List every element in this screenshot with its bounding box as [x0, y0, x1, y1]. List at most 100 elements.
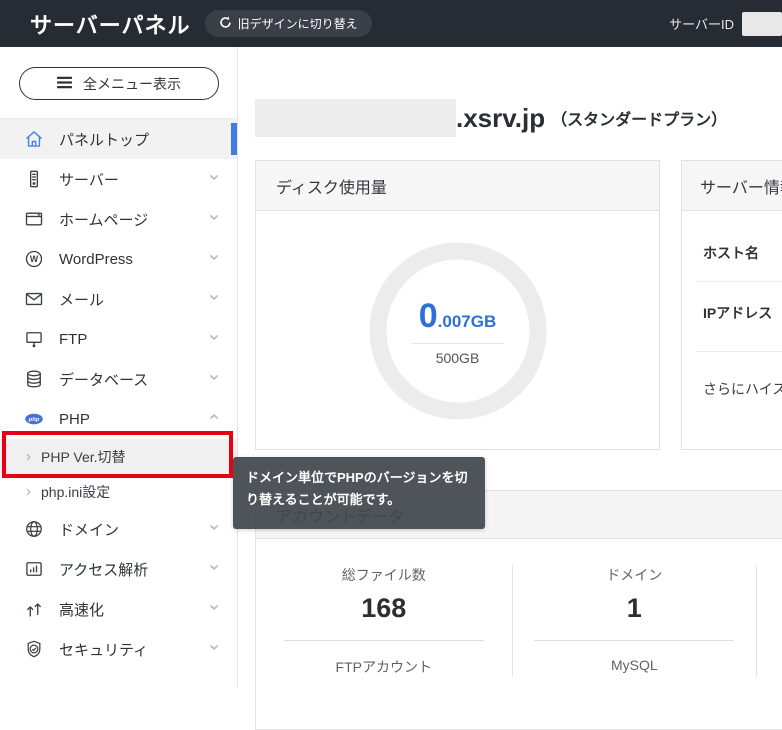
wordpress-icon: W	[24, 249, 44, 269]
sidebar-item-label: メール	[59, 291, 105, 309]
server-id-label: サーバーID	[669, 17, 734, 32]
stat-label: 総ファイル数	[341, 567, 426, 583]
all-menu-toggle-button[interactable]: 全メニュー表示	[18, 67, 219, 100]
page-title: .xsrv.jp （スタンダードプラン）	[255, 97, 727, 139]
home-icon	[24, 129, 44, 149]
redacted-domain-prefix	[255, 99, 456, 137]
chevron-down-icon	[207, 560, 221, 578]
chevron-down-icon	[207, 640, 221, 658]
menu-toggle-label: 全メニュー表示	[83, 75, 181, 92]
sidebar-item-label: 高速化	[59, 601, 105, 619]
sidebar-item-label: WordPress	[59, 250, 133, 268]
sidebar-item-label: データベース	[59, 371, 149, 389]
upgrade-promo-text[interactable]: さらにハイス	[703, 379, 782, 399]
chevron-right-icon: ›	[26, 448, 31, 465]
sidebar-item-label: サーバー	[59, 171, 119, 189]
divider	[696, 281, 782, 282]
stat-label: MySQL	[610, 657, 658, 673]
globe-icon	[24, 519, 44, 539]
stat-value: 168	[361, 593, 407, 623]
refresh-icon	[219, 16, 232, 32]
shield-check-icon	[24, 639, 44, 659]
stat-value: 1	[626, 593, 642, 623]
svg-text:W: W	[30, 254, 39, 264]
domain-suffix: .xsrv.jp	[456, 102, 546, 133]
sidebar-item-label: ドメイン	[59, 521, 120, 539]
stat-col-files: 総ファイル数 168 FTPアカウント	[256, 565, 512, 677]
sidebar-item-label: PHP	[59, 410, 90, 428]
mail-icon	[24, 289, 44, 309]
sidebar-item-label: パネルトップ	[59, 131, 150, 149]
sidebar-item-mail[interactable]: メール	[0, 279, 237, 319]
sidebar-subitem-php-ver-switch[interactable]: › PHP Ver.切替	[0, 439, 237, 474]
sidebar-item-panel-top[interactable]: パネルトップ	[0, 119, 237, 159]
chevron-down-icon	[207, 600, 221, 618]
server-info-card: サーバー情報 ホスト名 IPアドレス さらにハイス	[681, 160, 782, 450]
server-icon	[24, 169, 44, 189]
sidebar-item-domain[interactable]: ドメイン	[0, 509, 237, 549]
sidebar-item-security[interactable]: セキュリティ	[0, 629, 237, 669]
divider	[696, 351, 782, 352]
sidebar-item-database[interactable]: データベース	[0, 359, 237, 399]
chevron-down-icon	[207, 330, 221, 348]
chevron-down-icon	[207, 520, 221, 538]
disk-used-value: 0.007GB	[418, 296, 497, 335]
subitem-label: php.ini設定	[41, 483, 111, 500]
chevron-down-icon	[207, 370, 221, 388]
sidebar-item-wordpress[interactable]: W WordPress	[0, 239, 237, 279]
chevron-down-icon	[207, 170, 221, 188]
sidebar-item-php[interactable]: php PHP	[0, 399, 237, 439]
disk-usage-donut: 0.007GB 500GB	[368, 241, 548, 421]
chevron-right-icon: ›	[26, 483, 31, 500]
sidebar: 全メニュー表示 パネルトップ サーバー ホームページ W WordPress メ…	[0, 47, 238, 688]
sidebar-item-label: FTP	[59, 330, 88, 348]
php-logo-icon: php	[24, 409, 44, 429]
server-id-value-redacted	[742, 11, 782, 36]
switch-to-old-design-button[interactable]: 旧デザインに切り替え	[204, 10, 372, 37]
server-card-title: サーバー情報	[682, 161, 782, 211]
sidebar-menu: パネルトップ サーバー ホームページ W WordPress メール FTP デ…	[0, 118, 237, 669]
svg-text:php: php	[28, 417, 40, 423]
chevron-down-icon	[207, 210, 221, 228]
top-header: サーバーパネル 旧デザインに切り替え サーバーID	[0, 0, 782, 47]
stat-col-domain: ドメイン 1 MySQL	[511, 565, 757, 677]
sidebar-item-server[interactable]: サーバー	[0, 159, 237, 199]
sidebar-item-ftp[interactable]: FTP	[0, 319, 237, 359]
bar-chart-icon	[24, 559, 44, 579]
donut-center-text: 0.007GB 500GB	[368, 241, 548, 421]
sidebar-item-homepage[interactable]: ホームページ	[0, 199, 237, 239]
sidebar-item-label: ホームページ	[59, 211, 149, 229]
stat-label: FTPアカウント	[335, 659, 432, 675]
disk-total-value: 500GB	[435, 349, 480, 366]
sidebar-item-access-analytics[interactable]: アクセス解析	[0, 549, 237, 589]
php-version-tooltip: ドメイン単位でPHPのバージョンを切 り替えることが可能です。	[233, 457, 485, 529]
divider	[534, 640, 735, 641]
app-title: サーバーパネル	[30, 12, 191, 38]
divider	[283, 640, 484, 641]
chevron-down-icon	[207, 290, 221, 308]
browser-window-icon	[24, 209, 44, 229]
database-icon	[24, 369, 44, 389]
sidebar-item-label: セキュリティ	[59, 641, 149, 659]
host-name-label: ホスト名	[703, 245, 759, 261]
plan-name: （スタンダードプラン）	[551, 112, 728, 129]
active-indicator	[231, 123, 237, 155]
sidebar-item-label: アクセス解析	[59, 561, 149, 579]
stat-label: ドメイン	[606, 567, 663, 583]
disk-card-title: ディスク使用量	[256, 161, 659, 211]
hamburger-icon	[56, 76, 73, 92]
chevron-down-icon	[207, 250, 221, 268]
monitor-icon	[24, 329, 44, 349]
server-card-body: ホスト名 IPアドレス さらにハイス	[682, 211, 782, 450]
subitem-label: PHP Ver.切替	[41, 448, 126, 465]
sidebar-subitem-php-ini[interactable]: › php.ini設定	[0, 474, 237, 509]
switch-button-label: 旧デザインに切り替え	[237, 17, 358, 31]
account-stats: 総ファイル数 168 FTPアカウント ドメイン 1 MySQL	[256, 539, 782, 677]
stat-col-clipped	[756, 565, 782, 677]
speed-up-arrows-icon	[24, 599, 44, 619]
sidebar-item-speed-up[interactable]: 高速化	[0, 589, 237, 629]
ip-address-label: IPアドレス	[703, 305, 773, 321]
disk-usage-card: ディスク使用量 0.007GB 500GB	[255, 160, 660, 450]
divider	[411, 342, 504, 344]
chevron-up-icon	[207, 410, 221, 428]
